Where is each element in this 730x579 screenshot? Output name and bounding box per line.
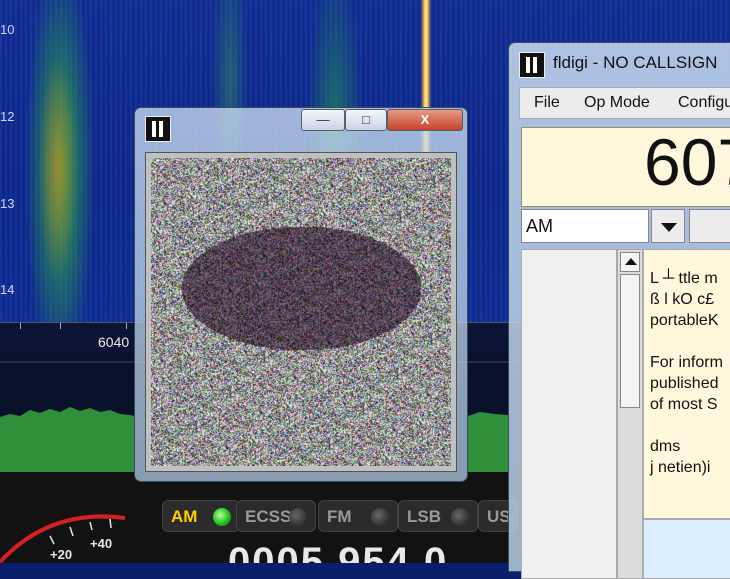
- fldigi-icon: [519, 52, 545, 78]
- s-meter: [0, 514, 126, 563]
- image-viewer-window: — □ X: [134, 107, 468, 482]
- led-indicator: [451, 508, 469, 526]
- menu-configure[interactable]: Configu: [678, 94, 730, 112]
- smeter-label: +20: [50, 547, 73, 562]
- menu-bar: File Op Mode Configu: [519, 87, 730, 119]
- mode-button-ecss[interactable]: ECSS: [236, 500, 316, 532]
- rx-line: For inform: [650, 354, 723, 371]
- smeter-label: +40: [90, 536, 113, 551]
- app-icon: [145, 116, 171, 142]
- rx-line: of most S: [650, 396, 718, 413]
- frequency-display[interactable]: 607: [521, 127, 730, 207]
- scrollbar[interactable]: [617, 249, 643, 579]
- waterfall-tick: 14: [0, 282, 15, 297]
- sstv-image-frame: [145, 152, 457, 472]
- rx-line: dms: [650, 438, 681, 455]
- sstv-image: [151, 158, 451, 466]
- rx-line: published: [650, 375, 719, 392]
- frequency-scale-label: 6040: [98, 334, 130, 350]
- transmit-text-pane[interactable]: [643, 519, 730, 579]
- rx-line: j netien)i: [650, 459, 711, 476]
- chevron-down-icon[interactable]: [651, 209, 685, 243]
- receive-text-pane[interactable]: L ┴ ttle m ß l kO c£ portableK For infor…: [643, 249, 730, 519]
- scroll-thumb[interactable]: [620, 274, 640, 408]
- fldigi-window: fldigi - NO CALLSIGN File Op Mode Config…: [508, 42, 730, 579]
- waterfall-tick: 10: [0, 22, 15, 37]
- frequency-readout: 0005 954.0: [228, 540, 449, 563]
- rx-line: ß l kO c£: [650, 291, 715, 308]
- maximize-button[interactable]: □: [345, 109, 387, 131]
- menu-file[interactable]: File: [534, 94, 560, 112]
- scroll-up-button[interactable]: [620, 252, 640, 272]
- mode-button-am[interactable]: AM: [162, 500, 240, 532]
- rx-line: L ┴ ttle m: [650, 270, 718, 287]
- mode-button-lsb[interactable]: LSB: [398, 500, 478, 532]
- next-field[interactable]: [689, 209, 730, 243]
- window-title: fldigi - NO CALLSIGN: [553, 53, 718, 72]
- menu-op-mode[interactable]: Op Mode: [584, 94, 650, 112]
- mode-select[interactable]: AM: [521, 209, 649, 243]
- led-indicator: [213, 508, 231, 526]
- frequency-value: 607: [644, 127, 730, 199]
- rx-line: portableK: [650, 312, 719, 329]
- mode-button-fm[interactable]: FM: [318, 500, 398, 532]
- waterfall-tick: 12: [0, 109, 15, 124]
- led-indicator: [289, 508, 307, 526]
- waterfall-tick: 13: [0, 196, 15, 211]
- led-indicator: [371, 508, 389, 526]
- close-button[interactable]: X: [387, 109, 463, 131]
- side-pane: [521, 249, 617, 579]
- minimize-button[interactable]: —: [301, 109, 345, 131]
